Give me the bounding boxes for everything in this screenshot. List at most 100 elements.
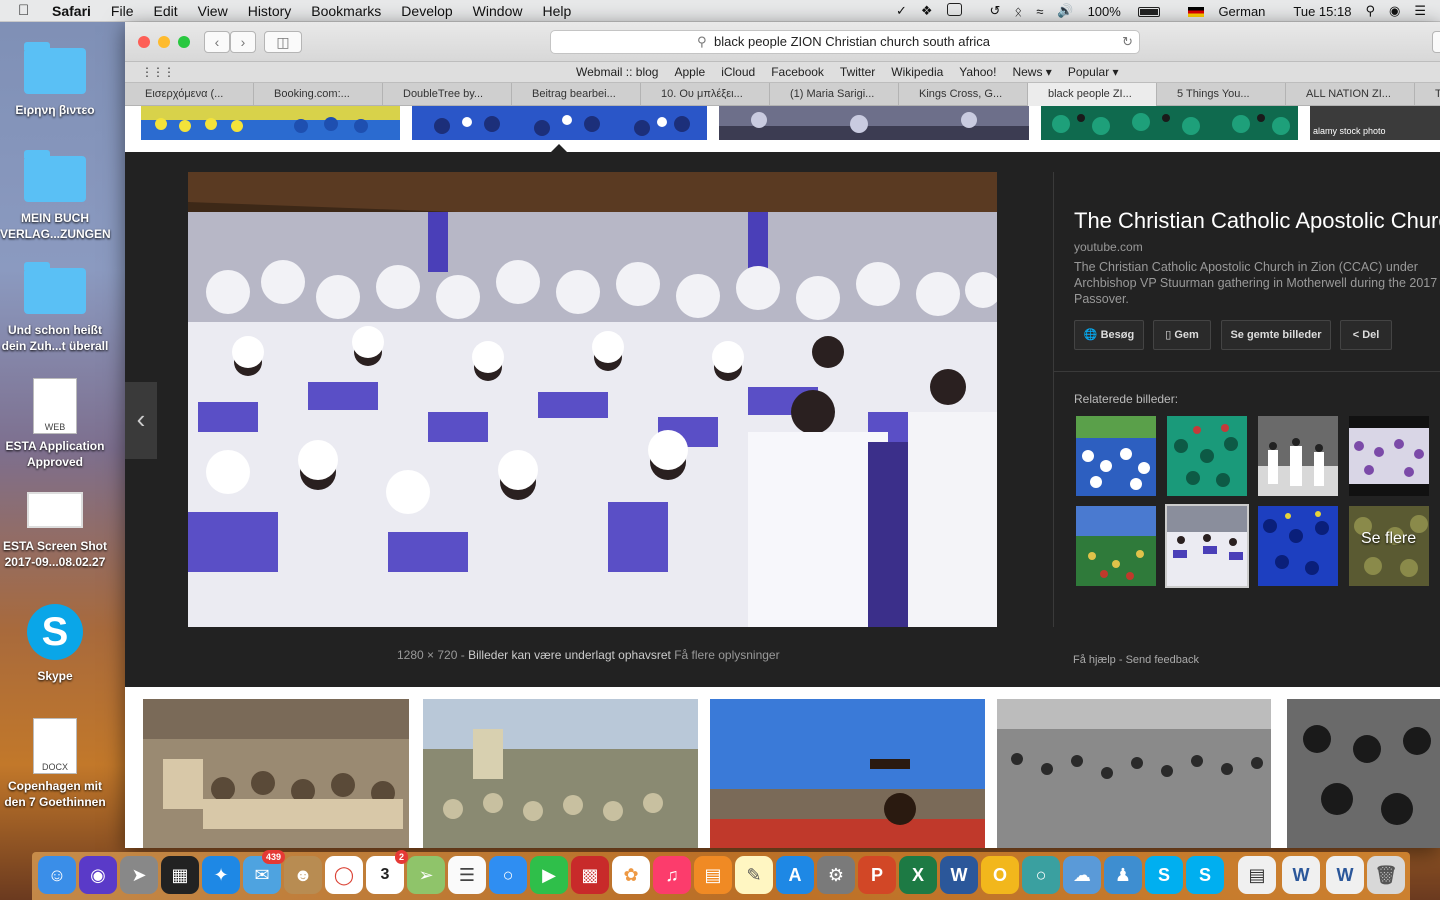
result-thumbnail[interactable] <box>719 106 1029 140</box>
result-thumbnail[interactable] <box>412 106 707 140</box>
itunes-icon[interactable]: ♫ <box>653 856 691 894</box>
help-link[interactable]: Få hjælp <box>1073 654 1116 666</box>
mail-icon[interactable]: ✉ 439 <box>243 850 285 894</box>
desktop-folder-book[interactable]: MEIN BUCH VERLAG...ZUNGEN <box>0 150 111 242</box>
apple-icon[interactable]:  <box>18 2 38 19</box>
fav-twitter[interactable]: Twitter <box>840 65 875 79</box>
battery-status[interactable]: 100% <box>1088 4 1175 19</box>
people-icon[interactable]: ♟ <box>1104 856 1142 894</box>
saved-images-button[interactable]: Se gemte billeder <box>1221 320 1331 350</box>
see-more-tile[interactable]: Se flere <box>1349 506 1429 586</box>
desktop-folder-und-schon[interactable]: Und schon heißt dein Zuh...t überall <box>0 262 110 354</box>
siri-icon[interactable]: ◉ <box>1389 3 1400 19</box>
menu-bookmarks[interactable]: Bookmarks <box>311 3 381 19</box>
notes-icon[interactable]: ✎ <box>735 856 773 894</box>
tab-9[interactable]: 5 Things You... <box>1157 83 1286 106</box>
address-bar[interactable]: ⚲ black people ZION Christian church sou… <box>550 30 1140 54</box>
volume-icon[interactable]: 🔊 <box>1057 3 1073 19</box>
more-info-link[interactable]: Få flere oplysninger <box>674 648 779 662</box>
tab-10[interactable]: ALL NATION ZI... <box>1286 83 1415 106</box>
contacts-icon[interactable]: ☻ <box>284 856 322 894</box>
desktop-file-copenhagen[interactable]: DOCX Copenhagen mit den 7 Goethinnen <box>0 718 110 810</box>
powerpoint-icon[interactable]: P <box>858 856 896 894</box>
menu-view[interactable]: View <box>198 3 228 19</box>
outlook-icon[interactable]: O <box>981 856 1019 894</box>
forward-button[interactable]: › <box>230 31 256 53</box>
input-source[interactable]: German <box>1188 4 1279 19</box>
sidebar-button[interactable]: ◫ <box>264 31 302 53</box>
share-button[interactable]: < Del <box>1340 320 1392 350</box>
close-window-button[interactable] <box>138 36 150 48</box>
tab-5[interactable]: 10. Ου μπλέξει... <box>641 83 770 106</box>
photo-booth-icon[interactable]: ▦ <box>161 856 199 894</box>
skype-dock-icon[interactable]: S <box>1145 856 1183 894</box>
result-thumbnail[interactable] <box>141 106 400 140</box>
photo-booth-alt-icon[interactable]: ▩ <box>571 856 609 894</box>
image-source[interactable]: youtube.com <box>1074 240 1143 254</box>
fav-icloud[interactable]: iCloud <box>721 65 755 79</box>
fav-popular[interactable]: Popular ▾ <box>1068 65 1119 79</box>
top-sites-grid-icon[interactable]: ⋮⋮⋮ <box>141 65 175 79</box>
result-thumbnail[interactable] <box>1041 106 1298 140</box>
facetime-icon[interactable]: ▶ <box>530 856 568 894</box>
previous-image-button[interactable]: ‹ <box>125 382 157 459</box>
fav-yahoo[interactable]: Yahoo! <box>959 65 996 79</box>
desktop-file-esta-screenshot[interactable]: ESTA Screen Shot 2017-09...08.02.27 <box>0 492 110 570</box>
image-title[interactable]: The Christian Catholic Apostolic Church <box>1074 208 1440 234</box>
clock[interactable]: Tue 15:18 <box>1293 4 1351 19</box>
airplay-icon[interactable] <box>946 3 976 19</box>
system-preferences-icon[interactable]: ⚙ <box>817 856 855 894</box>
bluetooth-icon[interactable]: ᛟ <box>1014 4 1022 19</box>
visit-button[interactable]: 🌐 Besøg <box>1074 320 1144 350</box>
result-thumbnail[interactable] <box>710 699 985 848</box>
maps-icon[interactable]: ➢ <box>407 856 445 894</box>
menu-app-name[interactable]: Safari <box>52 3 91 19</box>
menu-help[interactable]: Help <box>542 3 571 19</box>
result-thumbnail[interactable] <box>423 699 698 848</box>
menu-develop[interactable]: Develop <box>401 3 452 19</box>
related-image[interactable] <box>1076 416 1156 496</box>
tab-4[interactable]: Beitrag bearbei... <box>512 83 641 106</box>
safari-icon[interactable]: ✦ <box>202 856 240 894</box>
tab-7[interactable]: Kings Cross, G... <box>899 83 1028 106</box>
main-image[interactable] <box>188 172 997 627</box>
related-image[interactable] <box>1076 506 1156 586</box>
feedback-link[interactable]: Send feedback <box>1126 654 1199 666</box>
fav-wikipedia[interactable]: Wikipedia <box>891 65 943 79</box>
fav-news[interactable]: News ▾ <box>1012 65 1051 79</box>
chrome-icon[interactable]: ◯ <box>325 856 363 894</box>
related-image-selected[interactable] <box>1165 504 1249 588</box>
skype-business-icon[interactable]: S <box>1186 856 1224 894</box>
tab-6[interactable]: (1) Maria Sarigi... <box>770 83 899 106</box>
tab-3[interactable]: DoubleTree by... <box>383 83 512 106</box>
utility-icon[interactable]: ☁ <box>1063 856 1101 894</box>
minimize-window-button[interactable] <box>158 36 170 48</box>
new-tab-button[interactable] <box>1432 31 1440 53</box>
messages-icon[interactable]: ○ <box>489 856 527 894</box>
menu-history[interactable]: History <box>248 3 292 19</box>
word-icon[interactable]: W <box>940 856 978 894</box>
launchpad-icon[interactable]: ➤ <box>120 856 158 894</box>
save-button[interactable]: ▯ Gem <box>1153 320 1211 350</box>
tab-11[interactable]: T <box>1415 83 1440 106</box>
reload-icon[interactable]: ↻ <box>1122 31 1133 53</box>
finder-icon[interactable]: ☺ <box>38 856 76 894</box>
spotlight-icon[interactable]: ⚲ <box>1365 3 1375 19</box>
tab-active[interactable]: black people ZI... <box>1028 83 1157 106</box>
app-store-icon[interactable]: A <box>776 856 814 894</box>
excel-icon[interactable]: X <box>899 856 937 894</box>
result-thumbnail[interactable] <box>997 699 1271 848</box>
minimized-document-icon[interactable]: W <box>1282 856 1320 894</box>
desktop-app-skype[interactable]: S Skype <box>0 604 110 684</box>
related-image[interactable] <box>1167 416 1247 496</box>
related-image[interactable] <box>1258 506 1338 586</box>
minimized-document-icon[interactable]: W <box>1326 856 1364 894</box>
result-thumbnail[interactable] <box>1287 699 1440 848</box>
zoom-window-button[interactable] <box>178 36 190 48</box>
related-image[interactable] <box>1349 416 1429 496</box>
menu-edit[interactable]: Edit <box>153 3 177 19</box>
minimized-window-icon[interactable]: ▤ <box>1238 856 1276 894</box>
fav-webmail[interactable]: Webmail :: blog <box>576 65 658 79</box>
related-image[interactable] <box>1258 416 1338 496</box>
network-globe-icon[interactable]: ○ <box>1022 856 1060 894</box>
